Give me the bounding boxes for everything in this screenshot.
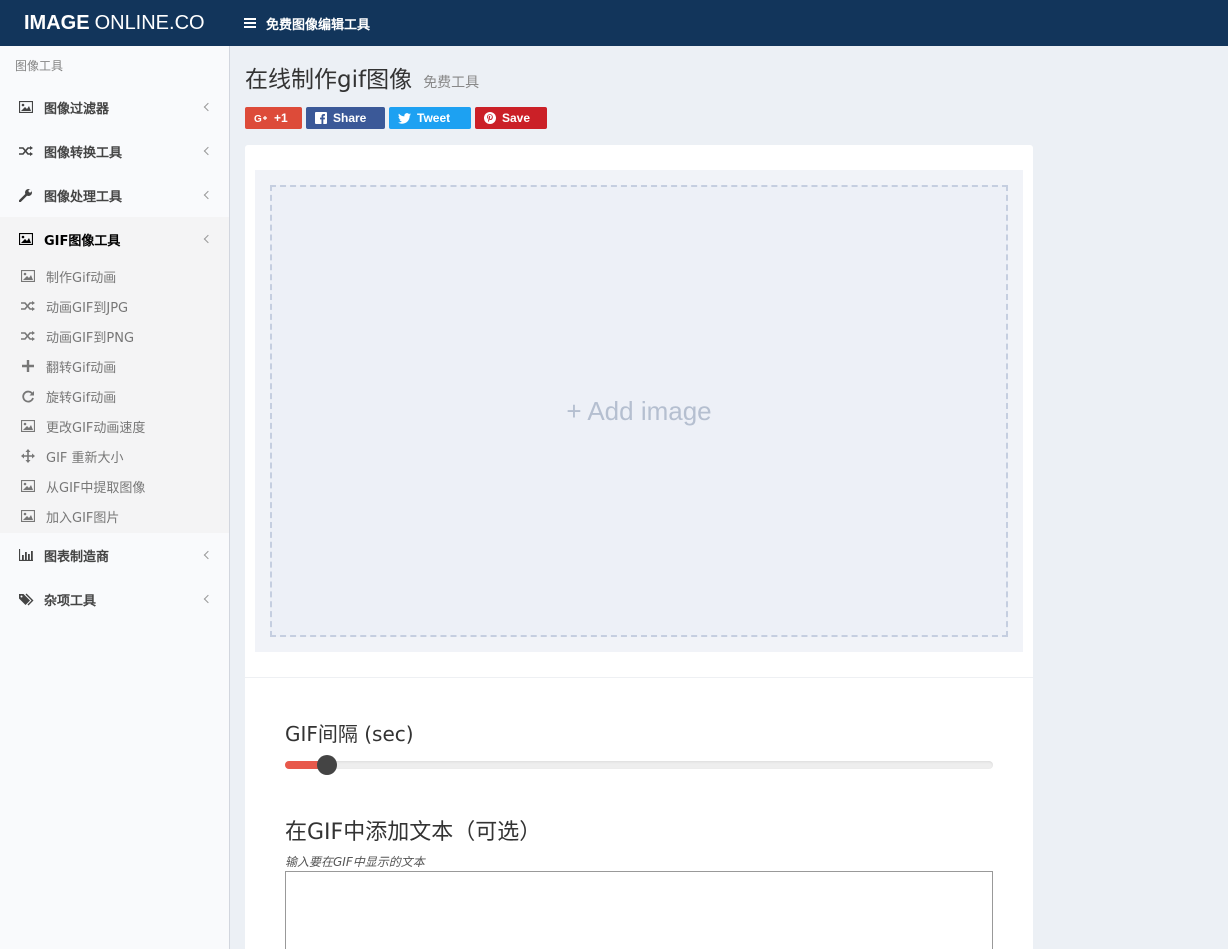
sidebar-header: 图像工具: [15, 59, 64, 73]
submenu-item-flip-gif[interactable]: 翻转Gif动画: [0, 351, 229, 381]
google-plus-icon: G: [254, 114, 267, 123]
image-icon: [20, 479, 36, 493]
sidebar-item-label: 杂项工具: [44, 593, 97, 609]
submenu-item-gif-to-jpg[interactable]: 动画GIF到JPG: [0, 291, 229, 321]
google-plus-label: +1: [274, 111, 288, 125]
gif-interval-slider[interactable]: [285, 755, 993, 775]
nav-toggle-button[interactable]: 免费图像编辑工具: [230, 14, 370, 33]
page-subtitle: 免费工具: [423, 75, 480, 91]
sidebar-item-image-converters[interactable]: 图像转换工具: [0, 129, 229, 173]
submenu-item-gif-to-png[interactable]: 动画GIF到PNG: [0, 321, 229, 351]
sidebar-item-label: 图像处理工具: [44, 189, 123, 205]
submenu-item-label: 旋转Gif动画: [46, 390, 117, 406]
svg-text:G: G: [254, 114, 262, 123]
facebook-icon: [315, 112, 327, 124]
submenu-item-make-gif[interactable]: 制作Gif动画: [0, 261, 229, 291]
chevron-left-icon: [203, 146, 213, 156]
add-image-label: + Add image: [566, 395, 712, 426]
page-title: 在线制作gif图像 免费工具: [245, 60, 479, 94]
image-icon: [20, 509, 36, 523]
share-buttons: G +1 Share Tweet Save: [245, 107, 547, 129]
dropzone-wrapper: + Add image: [255, 170, 1023, 652]
divider: [245, 677, 1033, 678]
sidebar-item-gif-tools[interactable]: GIF图像工具: [0, 217, 229, 261]
sidebar-item-image-processing[interactable]: 图像处理工具: [0, 173, 229, 217]
facebook-share-button[interactable]: Share: [306, 107, 385, 129]
submenu-item-label: 制作Gif动画: [46, 270, 117, 286]
top-header: IMAGE ONLINE.CO 免费图像编辑工具: [0, 0, 1228, 46]
google-plus-button[interactable]: G +1: [245, 107, 302, 129]
submenu-item-label: 更改GIF动画速度: [46, 420, 146, 436]
gif-maker-card: + Add image GIF间隔 (sec) 在GIF中添加文本（可选） 输入…: [245, 145, 1033, 949]
sidebar-item-label: 图像转换工具: [44, 145, 123, 161]
add-text-section-title: 在GIF中添加文本（可选）: [285, 820, 542, 845]
submenu-item-label: 翻转Gif动画: [46, 360, 117, 376]
image-icon: [20, 269, 36, 283]
submenu-item-join-gif[interactable]: 加入GIF图片: [0, 501, 229, 531]
sidebar: 图像工具 图像过滤器 图像转换工具 图像处理工具 GIF图像工具 制作Gif动画: [0, 46, 230, 949]
bar-chart-icon: [18, 548, 34, 562]
image-icon: [18, 232, 34, 246]
pinterest-save-label: Save: [502, 111, 531, 125]
submenu-item-label: 加入GIF图片: [46, 510, 120, 526]
rotate-icon: [20, 389, 36, 403]
submenu-item-extract-frames[interactable]: 从GIF中提取图像: [0, 471, 229, 501]
pinterest-icon: [484, 112, 496, 124]
sidebar-item-chart-maker[interactable]: 图表制造商: [0, 533, 229, 577]
logo-bold: IMAGE: [24, 11, 90, 34]
chevron-left-icon: [203, 594, 213, 604]
sidebar-item-label: 图表制造商: [44, 549, 110, 565]
arrows-icon: [20, 449, 36, 463]
tags-icon: [18, 592, 34, 606]
chevron-left-icon: [203, 102, 213, 112]
submenu-item-label: 从GIF中提取图像: [46, 480, 146, 496]
submenu-item-label: 动画GIF到PNG: [46, 330, 135, 346]
site-logo[interactable]: IMAGE ONLINE.CO: [0, 0, 230, 46]
sidebar-item-label: 图像过滤器: [44, 101, 110, 117]
gif-interval-label: GIF间隔 (sec): [285, 722, 414, 746]
submenu-item-gif-resize[interactable]: GIF 重新大小: [0, 441, 229, 471]
page-title-text: 在线制作gif图像: [245, 67, 413, 93]
shuffle-icon: [20, 299, 36, 313]
gif-text-input[interactable]: [285, 871, 993, 949]
submenu-item-label: GIF 重新大小: [46, 450, 124, 466]
shuffle-icon: [20, 329, 36, 343]
twitter-tweet-button[interactable]: Tweet: [389, 107, 471, 129]
add-text-hint: 输入要在GIF中显示的文本: [285, 855, 425, 869]
wrench-icon: [18, 188, 34, 202]
facebook-share-label: Share: [333, 111, 367, 125]
image-icon: [18, 100, 34, 114]
hamburger-icon: [244, 18, 256, 28]
twitter-icon: [398, 112, 411, 124]
slider-track: [285, 761, 993, 769]
submenu-item-label: 动画GIF到JPG: [46, 300, 129, 316]
image-icon: [20, 419, 36, 433]
chevron-left-icon: [203, 234, 213, 244]
nav-label: 免费图像编辑工具: [266, 17, 371, 33]
add-image-dropzone[interactable]: + Add image: [270, 185, 1008, 637]
logo-rest: ONLINE.CO: [94, 11, 205, 34]
sidebar-item-image-filters[interactable]: 图像过滤器: [0, 85, 229, 129]
sidebar-item-misc-tools[interactable]: 杂项工具: [0, 577, 229, 621]
submenu-item-gif-speed[interactable]: 更改GIF动画速度: [0, 411, 229, 441]
chevron-left-icon: [203, 190, 213, 200]
twitter-tweet-label: Tweet: [417, 111, 451, 125]
sidebar-item-label: GIF图像工具: [44, 233, 121, 249]
slider-handle[interactable]: [317, 755, 337, 775]
shuffle-icon: [18, 144, 34, 158]
pinterest-save-button[interactable]: Save: [475, 107, 547, 129]
submenu-item-rotate-gif[interactable]: 旋转Gif动画: [0, 381, 229, 411]
plus-icon: [20, 359, 36, 373]
chevron-left-icon: [203, 550, 213, 560]
gif-submenu: 制作Gif动画 动画GIF到JPG 动画GIF到PNG 翻转Gif动画 旋转Gi…: [0, 261, 229, 533]
